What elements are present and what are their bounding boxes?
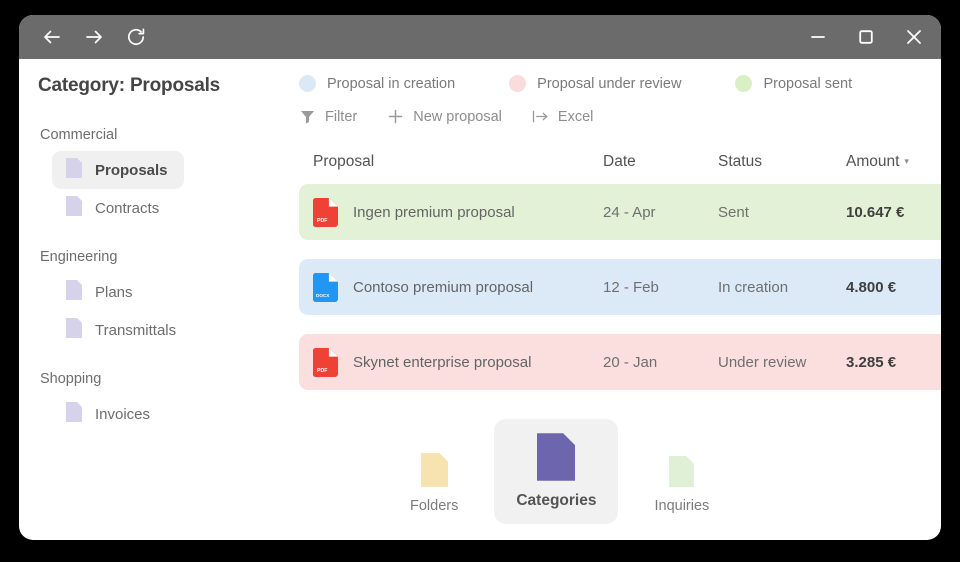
sidebar-group-label: Shopping [40, 371, 102, 387]
cell-amount: 4.800 € [846, 278, 897, 296]
cell-date: 12 - Feb [603, 278, 659, 296]
bottom-nav-label: Inquiries [654, 498, 710, 514]
column-header-proposal[interactable]: Proposal [313, 153, 603, 171]
page-icon [66, 196, 82, 220]
bottom-nav-item-folders[interactable]: Folders [396, 443, 472, 524]
sidebar-group-commercial: Commercial Proposals Contracts [38, 127, 280, 227]
proposal-name-label: Ingen premium proposal [353, 203, 515, 221]
main-panel: Proposal in creation Proposal under revi… [280, 59, 941, 540]
bottom-nav-label: Categories [516, 492, 597, 509]
legend-label: Proposal in creation [327, 75, 456, 92]
legend-item-sent: Proposal sent [735, 75, 852, 92]
actions-toolbar: Filter New proposal Excel [280, 108, 941, 125]
close-icon[interactable] [903, 26, 925, 48]
cell-status: Sent [718, 203, 749, 221]
proposal-name-label: Contoso premium proposal [353, 278, 534, 296]
cell-date: 20 - Jan [603, 353, 658, 371]
sidebar-group-label: Engineering [40, 249, 118, 265]
table-header-row: Proposal Date Status Amount ▾ [299, 145, 941, 179]
pdf-file-icon: PDF [313, 197, 338, 227]
svg-text:DOCX: DOCX [316, 293, 330, 298]
bottom-nav-label: Folders [410, 498, 459, 514]
filter-button[interactable]: Filter [299, 108, 357, 125]
sidebar-item-transmittals[interactable]: Transmittals [52, 311, 192, 349]
page-icon [66, 280, 82, 304]
arrow-left-icon[interactable] [41, 26, 63, 48]
page-icon [420, 453, 448, 492]
table-row[interactable]: PDF Ingen premium proposal 24 - Apr Sent… [299, 184, 941, 240]
proposal-name-label: Skynet enterprise proposal [353, 353, 532, 371]
status-dot-in-creation [299, 75, 316, 92]
svg-text:PDF: PDF [317, 218, 327, 224]
page-icon [537, 433, 576, 486]
plus-icon [387, 108, 404, 125]
excel-export-button[interactable]: Excel [532, 108, 593, 125]
excel-label: Excel [557, 108, 594, 125]
maximize-icon[interactable] [855, 26, 877, 48]
cell-amount: 10.647 € [846, 203, 905, 221]
proposals-table: Proposal Date Status Amount ▾ PDF Ingen … [280, 145, 941, 390]
status-dot-under-review [509, 75, 527, 92]
window-content: Category: Proposals Commercial Proposals… [19, 59, 941, 540]
sidebar-group-label: Commercial [40, 127, 118, 143]
cell-status: In creation [718, 278, 789, 296]
sidebar-item-invoices[interactable]: Invoices [52, 395, 166, 433]
sidebar-item-label: Plans [95, 283, 133, 301]
column-header-amount-label: Amount [846, 153, 900, 170]
table-row[interactable]: DOCX Contoso premium proposal 12 - Feb I… [299, 259, 941, 315]
page-icon [66, 318, 82, 342]
minimize-icon[interactable] [807, 26, 829, 48]
svg-text:PDF: PDF [317, 368, 327, 374]
export-icon [532, 108, 549, 125]
column-header-status[interactable]: Status [718, 153, 846, 171]
sidebar-group-shopping: Shopping Invoices [38, 371, 280, 433]
sidebar: Category: Proposals Commercial Proposals… [19, 59, 280, 540]
legend-label: Proposal sent [763, 75, 853, 92]
cell-proposal-name: PDF Ingen premium proposal [313, 197, 603, 227]
window-controls [807, 26, 925, 48]
cell-date: 24 - Apr [603, 203, 656, 221]
pdf-file-icon: PDF [313, 347, 338, 377]
sidebar-item-contracts[interactable]: Contracts [52, 189, 175, 227]
window-titlebar [19, 15, 941, 59]
arrow-right-icon[interactable] [83, 26, 105, 48]
sort-descending-icon: ▾ [904, 156, 909, 167]
new-proposal-label: New proposal [413, 108, 502, 125]
cell-amount: 3.285 € [846, 353, 897, 371]
filter-icon [299, 108, 316, 125]
bottom-nav-item-categories[interactable]: Categories [494, 419, 619, 524]
reload-icon[interactable] [125, 26, 147, 48]
bottom-navigation: Folders Categories Inquiries [396, 419, 723, 524]
app-window: Category: Proposals Commercial Proposals… [19, 15, 941, 540]
cell-status: Under review [718, 353, 807, 371]
cell-proposal-name: DOCX Contoso premium proposal [313, 272, 603, 302]
legend-label: Proposal under review [537, 75, 682, 92]
page-title: Category: Proposals [38, 75, 221, 96]
legend-item-in-creation: Proposal in creation [299, 75, 455, 92]
sidebar-item-label: Proposals [95, 161, 168, 179]
sidebar-group-engineering: Engineering Plans Transmittals [38, 249, 280, 349]
docx-file-icon: DOCX [313, 272, 338, 302]
sidebar-item-plans[interactable]: Plans [52, 273, 149, 311]
status-legend: Proposal in creation Proposal under revi… [280, 75, 941, 92]
new-proposal-button[interactable]: New proposal [387, 108, 502, 125]
column-header-date[interactable]: Date [603, 153, 718, 171]
browser-nav-buttons [41, 26, 147, 48]
page-icon [669, 456, 695, 492]
sidebar-item-label: Contracts [95, 199, 160, 217]
filter-label: Filter [325, 108, 358, 125]
sidebar-item-label: Transmittals [95, 321, 177, 339]
bottom-nav-item-inquiries[interactable]: Inquiries [640, 446, 723, 524]
sidebar-item-proposals[interactable]: Proposals [52, 151, 184, 189]
table-row[interactable]: PDF Skynet enterprise proposal 20 - Jan … [299, 334, 941, 390]
cell-proposal-name: PDF Skynet enterprise proposal [313, 347, 603, 377]
status-dot-sent [735, 75, 753, 92]
legend-item-under-review: Proposal under review [509, 75, 681, 92]
column-header-amount[interactable]: Amount ▾ [846, 153, 941, 171]
page-icon [66, 158, 82, 182]
page-icon [66, 402, 82, 426]
sidebar-item-label: Invoices [95, 405, 151, 423]
